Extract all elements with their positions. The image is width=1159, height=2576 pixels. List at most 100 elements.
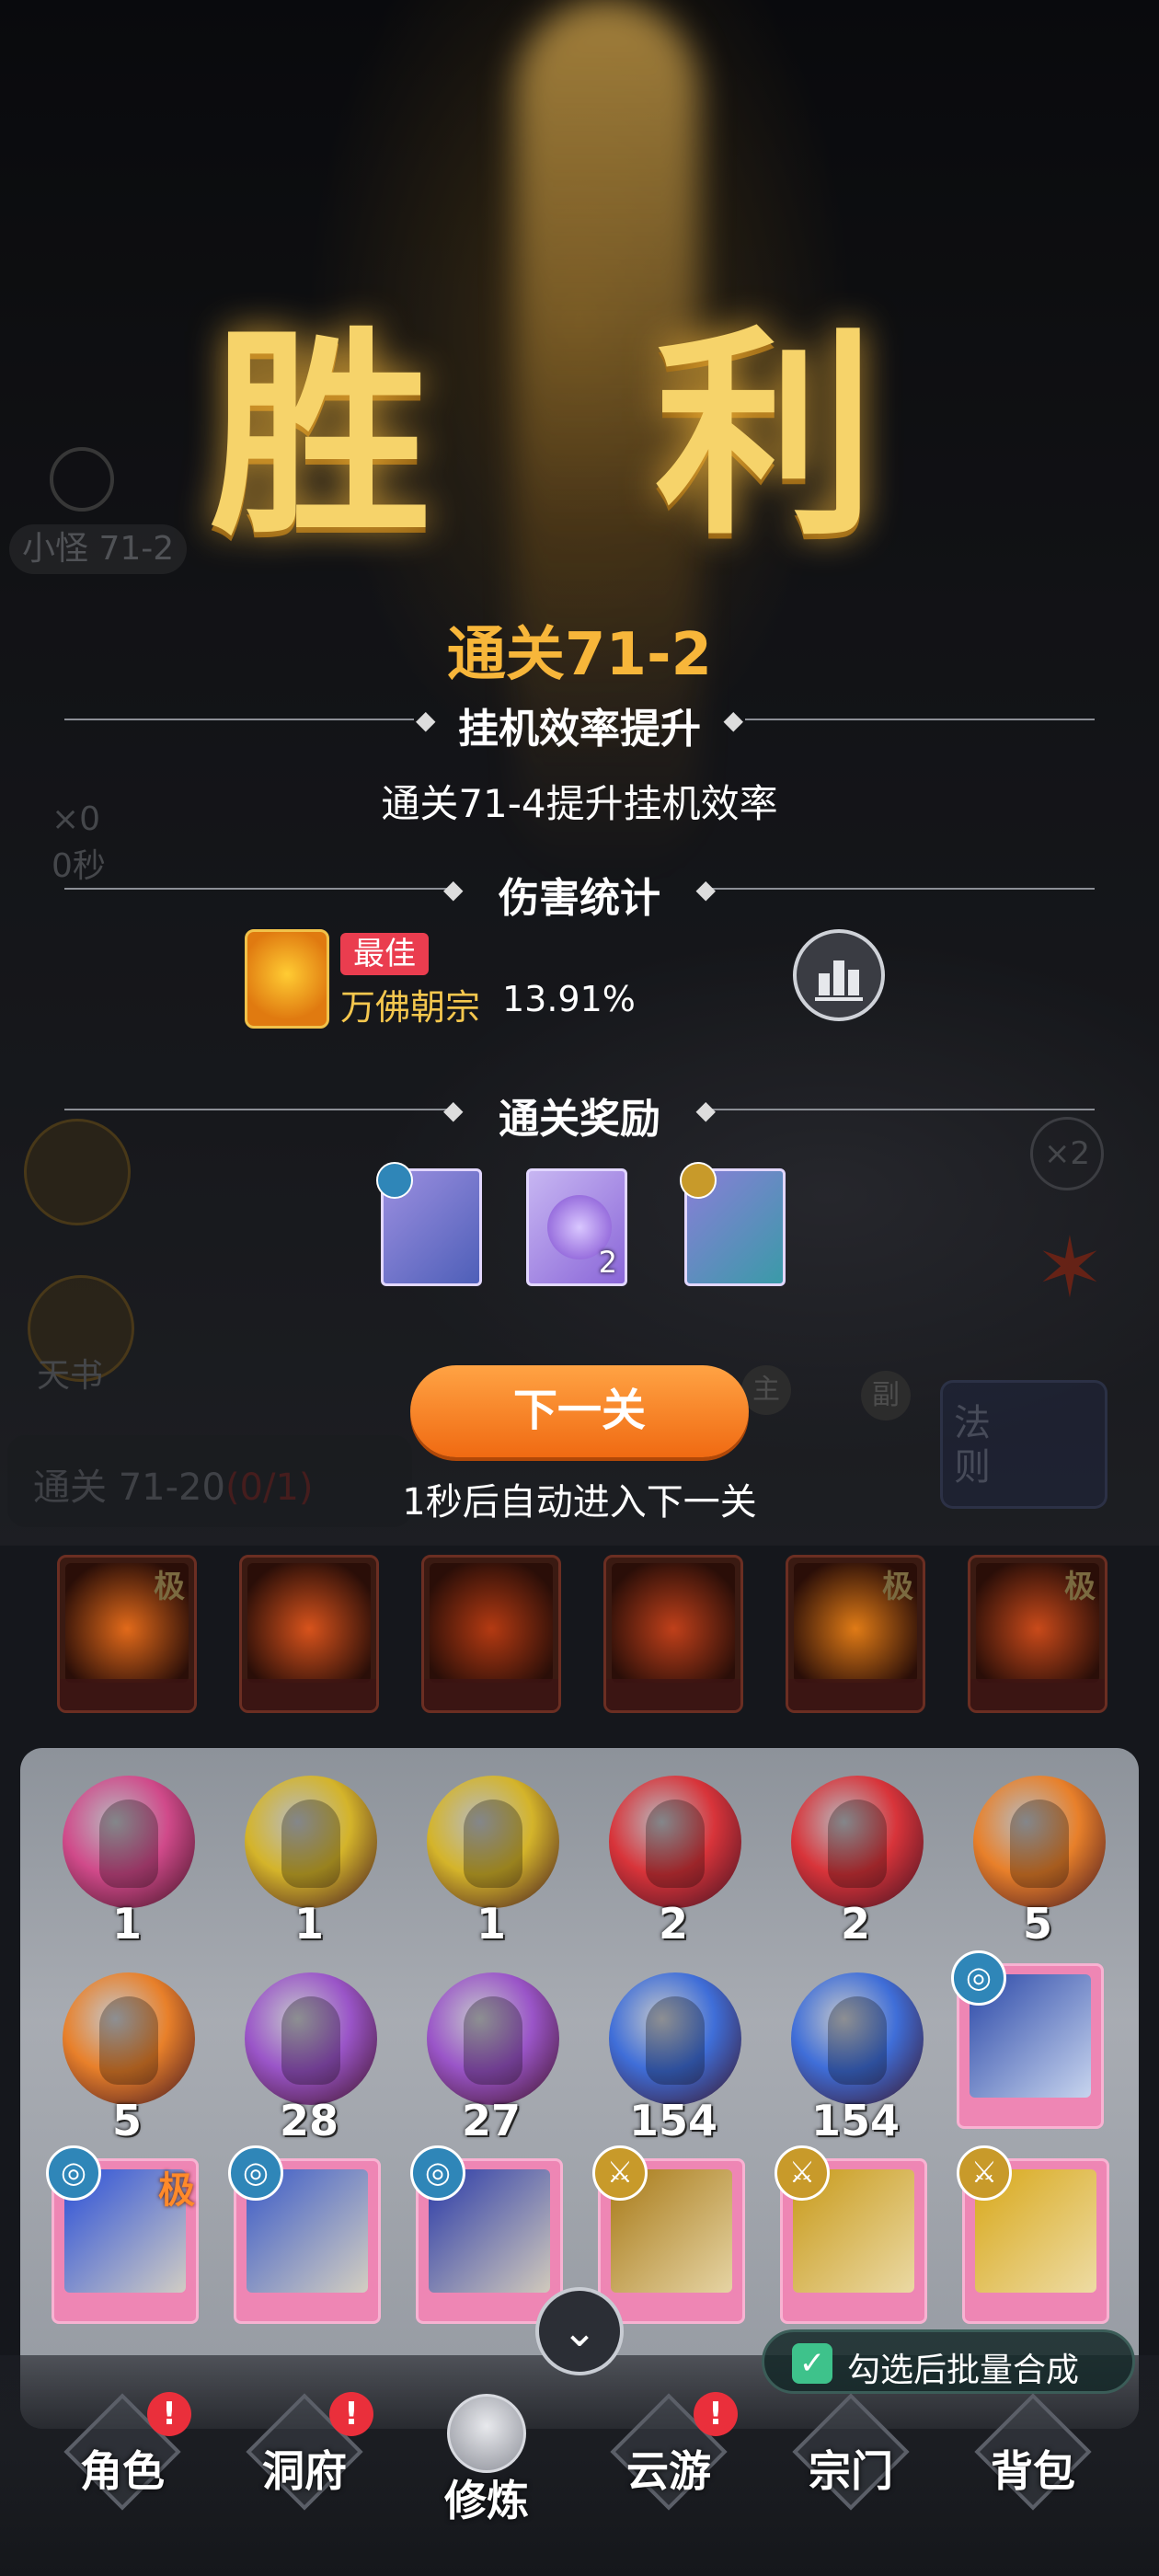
metal-element-icon: ⚔ bbox=[775, 2145, 830, 2201]
damage-percent: 13.91% bbox=[502, 979, 636, 1019]
orb-figure-icon bbox=[828, 1800, 887, 1888]
reward-title: 通关奖励 bbox=[499, 1096, 660, 1143]
water-element-icon: ◎ bbox=[46, 2145, 101, 2201]
batch-merge-toggle[interactable]: ✓ 勾选后批量合成 bbox=[762, 2329, 1135, 2394]
orb-count: 27 bbox=[461, 2096, 521, 2145]
nav-tab-4[interactable]: 宗门 bbox=[763, 2392, 938, 2558]
orb-figure-icon bbox=[281, 1996, 340, 2085]
stats-chart-button[interactable] bbox=[793, 929, 885, 1021]
skill-rank-tag: 极 bbox=[882, 1569, 913, 1605]
nav-label: 洞府 bbox=[262, 2446, 347, 2496]
skill-card[interactable]: 极 bbox=[968, 1555, 1107, 1713]
next-stage-button[interactable]: 下一关 bbox=[410, 1365, 749, 1457]
skill-book-card[interactable]: ⚔ bbox=[775, 2145, 929, 2324]
orb-count: 1 bbox=[476, 1899, 506, 1949]
nav-tab-2[interactable]: 修炼 bbox=[399, 2392, 574, 2558]
orb-count: 154 bbox=[628, 2096, 718, 2145]
victory-title: 胜 利 bbox=[210, 305, 949, 565]
metal-element-icon: ⚔ bbox=[592, 2145, 648, 2201]
buddha-skill-avatar bbox=[245, 929, 329, 1029]
alert-badge-icon: ! bbox=[694, 2392, 738, 2436]
skill-card-art bbox=[612, 1563, 735, 1683]
orb-count: 1 bbox=[111, 1899, 142, 1949]
damage-skill-name: 万佛朝宗 bbox=[340, 987, 481, 1028]
orb-count: 28 bbox=[279, 2096, 339, 2145]
skill-book-card[interactable]: ◎ bbox=[228, 2145, 383, 2324]
water-element-icon: ◎ bbox=[228, 2145, 283, 2201]
spirit-orb[interactable]: 1 bbox=[421, 1776, 561, 1949]
bar-chart-icon bbox=[815, 960, 863, 1001]
efficiency-section-header: ◆ ◆ 挂机效率提升 bbox=[64, 692, 1095, 753]
spirit-orb[interactable]: 154 bbox=[786, 1972, 925, 2145]
best-badge: 最佳 bbox=[340, 933, 429, 975]
orb-figure-icon bbox=[99, 1800, 158, 1888]
skill-book-card[interactable]: ◎ 极 bbox=[46, 2145, 201, 2324]
orb-figure-icon bbox=[464, 1800, 522, 1888]
card-rank-tag: 极 bbox=[158, 2169, 195, 2212]
orb-count: 1 bbox=[293, 1899, 324, 1949]
nav-label: 背包 bbox=[991, 2446, 1075, 2496]
reward-spirit-orb[interactable]: 2 bbox=[526, 1168, 627, 1286]
skill-book-card[interactable]: ⚔ bbox=[592, 2145, 747, 2324]
damage-title: 伤害统计 bbox=[499, 875, 660, 922]
spirit-orb[interactable]: 5 bbox=[57, 1972, 197, 2145]
collapse-chevron-icon[interactable]: ⌄ bbox=[535, 2287, 624, 2375]
orb-figure-icon bbox=[1010, 1800, 1069, 1888]
skill-card[interactable] bbox=[421, 1555, 561, 1713]
spirit-orb[interactable]: 1 bbox=[57, 1776, 197, 1949]
damage-section-header: ◆ ◆ 伤害统计 bbox=[64, 861, 1095, 922]
skill-card[interactable] bbox=[239, 1555, 379, 1713]
nav-label: 修炼 bbox=[444, 2476, 529, 2525]
nav-tab-3[interactable]: 云游! bbox=[581, 2392, 756, 2558]
reward-ice-orb-card[interactable] bbox=[680, 1162, 786, 1286]
skill-book-card[interactable]: ⚔ bbox=[957, 2145, 1111, 2324]
skill-card[interactable]: 极 bbox=[786, 1555, 925, 1713]
orb-figure-icon bbox=[281, 1800, 340, 1888]
skill-card-art bbox=[430, 1563, 553, 1683]
reward-count: 2 bbox=[598, 1245, 617, 1280]
spirit-orb[interactable]: 27 bbox=[421, 1972, 561, 2145]
batch-merge-label: 勾选后批量合成 bbox=[847, 2352, 1080, 2389]
skill-rank-tag: 极 bbox=[1064, 1569, 1096, 1605]
spirit-orb[interactable]: 2 bbox=[603, 1776, 743, 1949]
orb-figure-icon bbox=[464, 1996, 522, 2085]
spirit-orb[interactable]: 2 bbox=[786, 1776, 925, 1949]
orb-count: 154 bbox=[810, 2096, 901, 2145]
stage-cleared-title: 通关71-2 bbox=[446, 621, 713, 689]
metal-element-icon bbox=[680, 1162, 717, 1199]
nav-label: 角色 bbox=[80, 2446, 165, 2496]
spirit-orb[interactable]: 154 bbox=[603, 1972, 743, 2145]
skill-card[interactable] bbox=[603, 1555, 743, 1713]
orb-figure-icon bbox=[99, 1996, 158, 2085]
skill-level-pips bbox=[242, 1679, 376, 1710]
efficiency-title: 挂机效率提升 bbox=[458, 706, 701, 753]
nav-label: 宗门 bbox=[809, 2446, 893, 2496]
skill-card-art bbox=[247, 1563, 371, 1683]
spirit-orb[interactable]: 28 bbox=[239, 1972, 379, 2145]
water-element-icon: ◎ bbox=[410, 2145, 465, 2201]
auto-advance-text: 1秒后自动进入下一关 bbox=[402, 1481, 757, 1524]
orb-count: 5 bbox=[1022, 1899, 1052, 1949]
reward-section-header: ◆ ◆ 通关奖励 bbox=[64, 1082, 1095, 1143]
checkbox-checked-icon[interactable]: ✓ bbox=[792, 2343, 832, 2384]
orb-count: 5 bbox=[111, 2096, 142, 2145]
nav-tab-5[interactable]: 背包 bbox=[946, 2392, 1120, 2558]
spirit-orb[interactable]: 5 bbox=[968, 1776, 1107, 1949]
nav-tab-0[interactable]: 角色! bbox=[35, 2392, 210, 2558]
water-element-icon bbox=[376, 1162, 413, 1199]
nav-tab-1[interactable]: 洞府! bbox=[217, 2392, 392, 2558]
skill-level-pips bbox=[60, 1679, 194, 1710]
skill-rank-tag: 极 bbox=[154, 1569, 185, 1605]
skill-level-pips bbox=[788, 1679, 923, 1710]
alert-badge-icon: ! bbox=[329, 2392, 373, 2436]
reward-gauntlet-card[interactable] bbox=[376, 1162, 482, 1286]
skill-level-pips bbox=[424, 1679, 558, 1710]
spirit-orb[interactable]: 1 bbox=[239, 1776, 379, 1949]
alert-badge-icon: ! bbox=[147, 2392, 191, 2436]
skill-level-pips bbox=[970, 1679, 1105, 1710]
skill-book-card[interactable]: ◎ bbox=[410, 2145, 565, 2324]
orb-count: 2 bbox=[840, 1899, 870, 1949]
water-element-icon: ◎ bbox=[951, 1950, 1006, 2006]
inventory-card[interactable]: ◎ bbox=[951, 1950, 1106, 2129]
skill-card[interactable]: 极 bbox=[57, 1555, 197, 1713]
